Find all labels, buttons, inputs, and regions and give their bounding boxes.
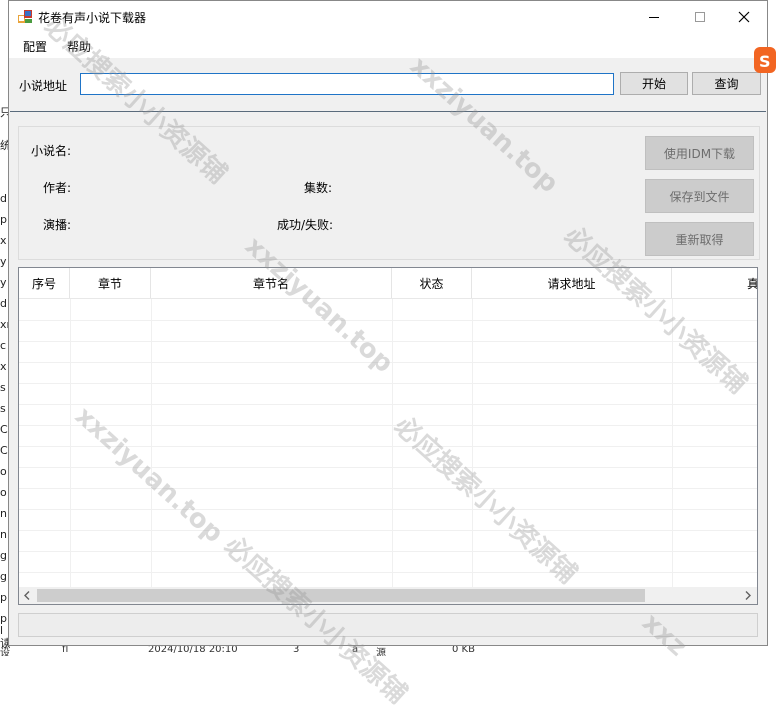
bg-char: d bbox=[0, 192, 7, 205]
bg-text: 3 bbox=[293, 646, 300, 655]
novel-name-label: 小说名: bbox=[31, 144, 72, 158]
svg-text:S: S bbox=[759, 52, 771, 71]
save-to-file-button[interactable]: 保存到文件 bbox=[645, 179, 754, 213]
scroll-right-icon[interactable] bbox=[744, 591, 752, 600]
refetch-button[interactable]: 重新取得 bbox=[645, 222, 754, 256]
col-header-status[interactable]: 状态 bbox=[392, 268, 472, 298]
app-icon bbox=[18, 10, 32, 23]
grid-line bbox=[19, 320, 757, 321]
bg-char: c bbox=[0, 339, 7, 352]
col-header-index[interactable]: 序号 bbox=[19, 268, 70, 298]
menu-bar: 配置 帮助 bbox=[9, 32, 767, 58]
start-button[interactable]: 开始 bbox=[620, 72, 688, 95]
url-input[interactable] bbox=[80, 73, 614, 95]
episodes-label: 集数: bbox=[304, 181, 333, 195]
chapter-table[interactable]: 序号 章节 章节名 状态 请求地址 真 bbox=[18, 267, 758, 605]
url-label: 小说地址 bbox=[19, 79, 68, 93]
grid-line bbox=[19, 572, 757, 573]
bg-char: n bbox=[0, 528, 7, 541]
grid-line bbox=[19, 446, 757, 447]
bg-char: o bbox=[0, 465, 7, 478]
bg-char: n bbox=[0, 507, 7, 520]
bg-char: y bbox=[0, 276, 7, 289]
bg-char: o bbox=[0, 486, 7, 499]
idm-download-button[interactable]: 使用IDM下载 bbox=[645, 136, 754, 170]
bg-text: 2024/10/18 20:10 bbox=[148, 646, 238, 655]
brand-logo-icon: S bbox=[754, 47, 776, 73]
minimize-icon bbox=[649, 16, 659, 18]
col-header-chapter[interactable]: 章节 bbox=[70, 268, 151, 298]
scroll-left-icon[interactable] bbox=[23, 591, 31, 600]
narrator-label: 演播: bbox=[43, 218, 72, 232]
col-header-chapter-name[interactable]: 章节名 bbox=[151, 268, 392, 298]
col-header-truncated[interactable]: 真 bbox=[672, 268, 757, 298]
grid-line bbox=[19, 298, 757, 299]
col-header-request-url[interactable]: 请求地址 bbox=[472, 268, 672, 298]
bg-char: C bbox=[0, 423, 8, 436]
bg-char: p bbox=[0, 591, 7, 604]
scrollbar-thumb[interactable] bbox=[37, 589, 645, 602]
grid-line bbox=[19, 404, 757, 405]
query-button[interactable]: 查询 bbox=[692, 72, 761, 95]
grid-line bbox=[19, 467, 757, 468]
bg-char: y bbox=[0, 255, 7, 268]
bg-char: p bbox=[0, 213, 7, 226]
bg-char: g bbox=[0, 570, 7, 583]
grid-line bbox=[19, 362, 757, 363]
bg-text: fl bbox=[62, 646, 69, 655]
bg-char: x bbox=[0, 360, 7, 373]
window-title: 花卷有声小说下载器 bbox=[38, 11, 147, 25]
grid-line bbox=[19, 425, 757, 426]
bg-text: 源 bbox=[376, 648, 386, 656]
title-bar[interactable]: 花卷有声小说下载器 bbox=[9, 1, 767, 32]
bg-text: a bbox=[352, 646, 359, 655]
grid-line bbox=[19, 488, 757, 489]
maximize-button[interactable] bbox=[677, 1, 723, 32]
grid-line bbox=[19, 530, 757, 531]
close-icon bbox=[738, 11, 750, 22]
background-bottom-strip: 设 fl 2024/10/18 20:10 3 a 源 0 KB bbox=[0, 646, 776, 656]
grid-line bbox=[19, 383, 757, 384]
bg-char: C bbox=[0, 444, 8, 457]
menu-help[interactable]: 帮助 bbox=[67, 38, 91, 55]
menu-config[interactable]: 配置 bbox=[23, 38, 47, 55]
close-button[interactable] bbox=[721, 1, 767, 32]
bg-char: g bbox=[0, 549, 7, 562]
maximize-icon bbox=[695, 11, 705, 22]
grid-line bbox=[19, 551, 757, 552]
bg-char: s bbox=[0, 381, 6, 394]
horizontal-scrollbar[interactable] bbox=[19, 587, 757, 604]
author-label: 作者: bbox=[43, 181, 72, 195]
grid-line bbox=[19, 509, 757, 510]
status-progress-bar bbox=[18, 613, 758, 637]
success-fail-label: 成功/失败: bbox=[277, 218, 334, 232]
minimize-button[interactable] bbox=[631, 1, 677, 32]
app-window: 花卷有声小说下载器 配置 帮助 小说地址 开始 查询 小说名: 作者: 集数: … bbox=[8, 0, 768, 646]
bg-text: 0 KB bbox=[452, 646, 475, 655]
grid-line bbox=[19, 341, 757, 342]
separator bbox=[10, 111, 766, 112]
bg-char: s bbox=[0, 402, 6, 415]
bg-char: x bbox=[0, 234, 7, 247]
bg-text: 设 bbox=[0, 648, 10, 656]
